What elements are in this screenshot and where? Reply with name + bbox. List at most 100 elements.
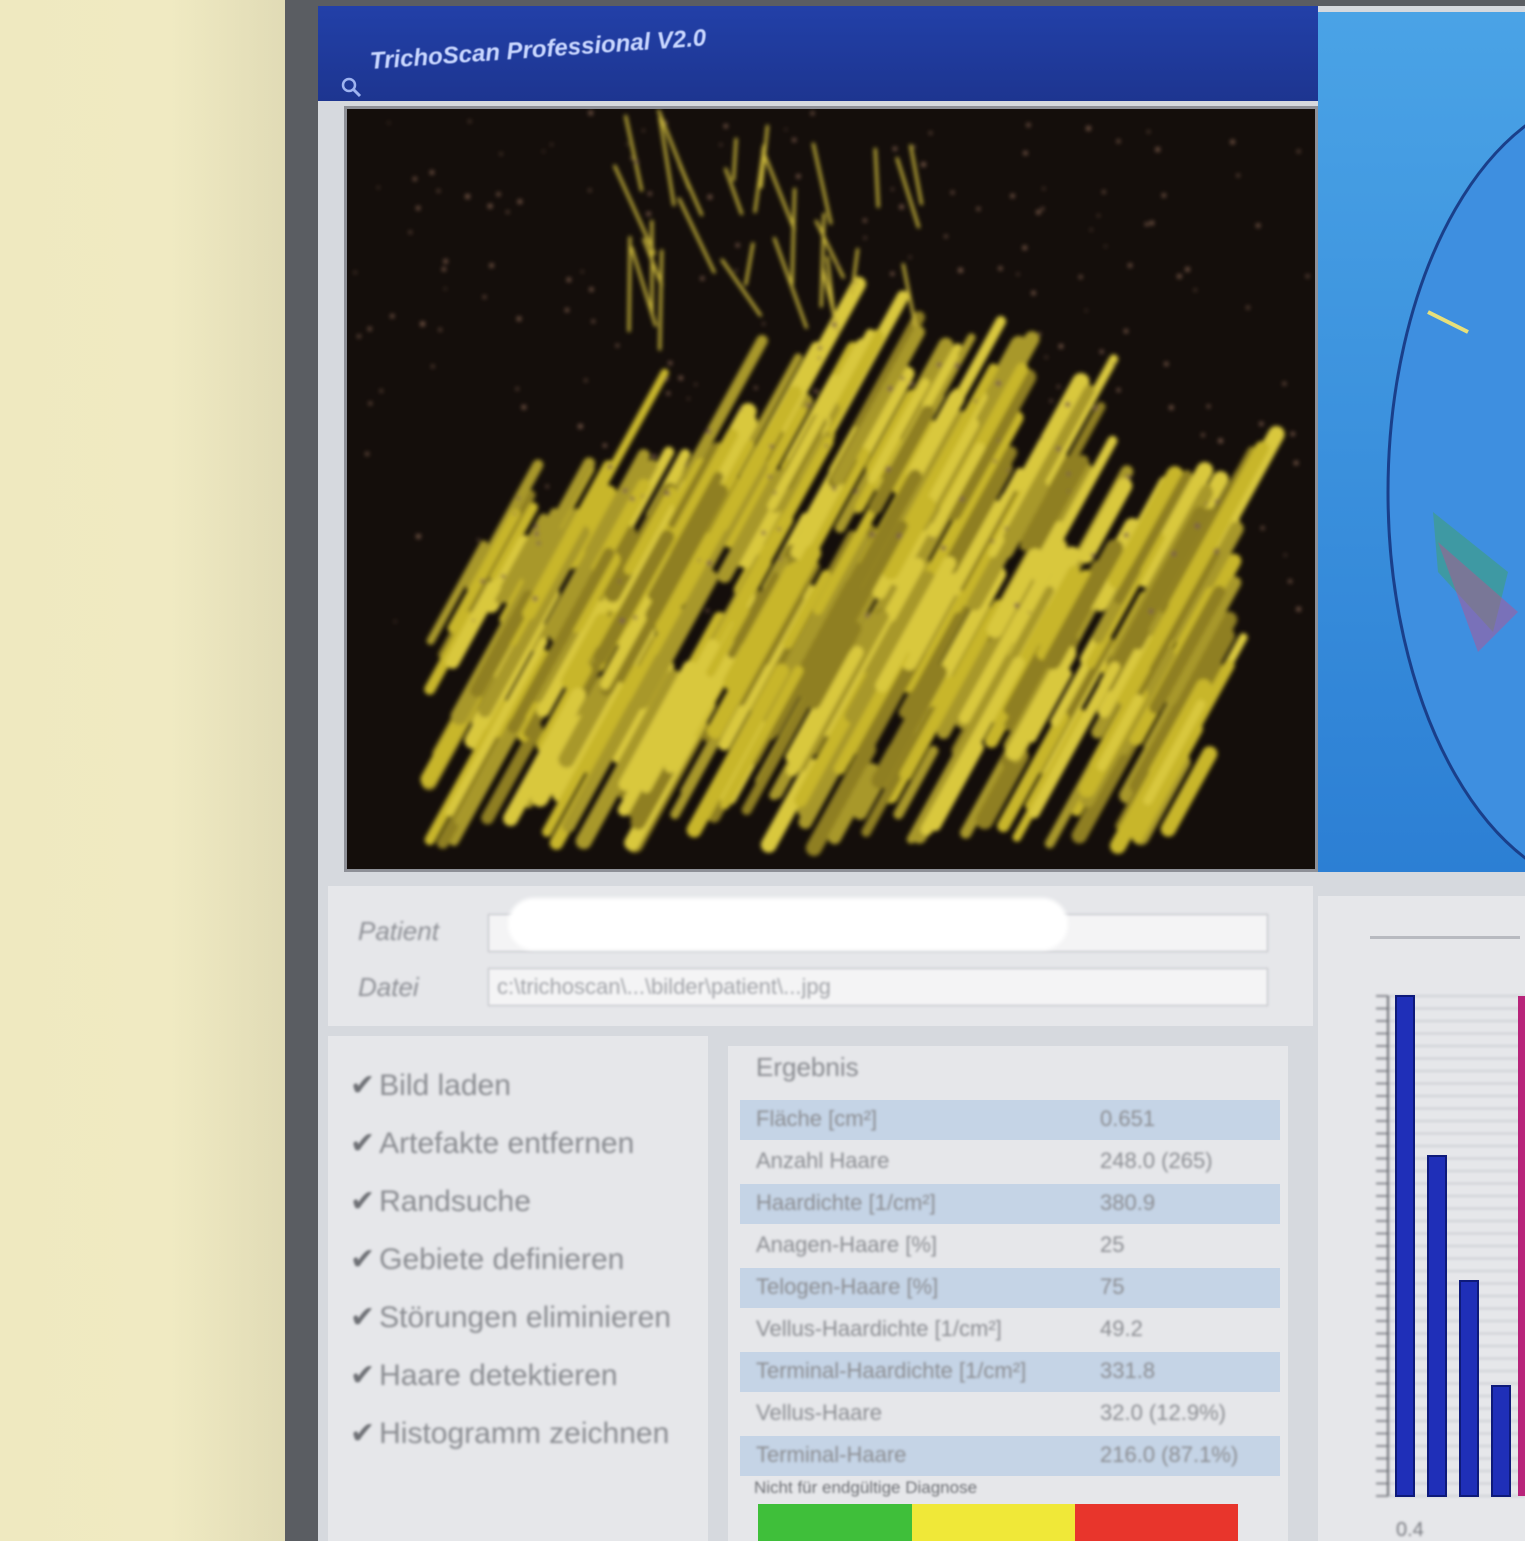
step-item[interactable]: ✔ Artefakte entfernen bbox=[350, 1126, 634, 1161]
image-noise-speck bbox=[584, 378, 588, 382]
image-noise-speck bbox=[1230, 139, 1235, 145]
image-noise-speck bbox=[784, 128, 787, 131]
step-label: Störungen eliminieren bbox=[379, 1301, 671, 1334]
step-item[interactable]: ✔ Störungen eliminieren bbox=[350, 1300, 671, 1335]
image-noise-speck bbox=[642, 129, 645, 132]
image-noise-speck bbox=[706, 560, 712, 566]
image-noise-speck bbox=[705, 609, 710, 613]
result-value: 49.2 bbox=[1100, 1316, 1143, 1341]
result-row: Anzahl Haare 248.0 (265) bbox=[740, 1142, 1280, 1182]
image-noise-speck bbox=[1126, 475, 1131, 480]
image-noise-speck bbox=[1246, 305, 1250, 310]
result-row: Vellus-Haare 32.0 (12.9%) bbox=[740, 1394, 1280, 1434]
file-label: Datei bbox=[358, 972, 419, 1002]
image-noise-speck bbox=[792, 137, 797, 143]
image-noise-speck bbox=[1149, 220, 1155, 226]
image-noise-speck bbox=[517, 199, 523, 205]
magnifier-icon bbox=[341, 77, 362, 98]
image-noise-speck bbox=[773, 491, 777, 495]
image-noise-speck bbox=[534, 531, 539, 536]
image-noise-speck bbox=[390, 314, 395, 319]
image-noise-speck bbox=[365, 451, 370, 456]
image-noise-speck bbox=[542, 150, 545, 153]
image-noise-speck bbox=[379, 389, 383, 393]
scalp-image-viewer[interactable] bbox=[344, 106, 1318, 872]
image-noise-speck bbox=[767, 474, 772, 479]
image-noise-speck bbox=[931, 537, 934, 540]
image-noise-speck bbox=[1161, 193, 1167, 198]
step-item[interactable]: ✔ Gebiete definieren bbox=[350, 1242, 624, 1277]
step-label: Gebiete definieren bbox=[379, 1243, 625, 1276]
result-key: Anagen-Haare [%] bbox=[756, 1232, 937, 1257]
image-noise-speck bbox=[566, 277, 572, 283]
image-noise-speck bbox=[887, 386, 893, 392]
image-noise-speck bbox=[810, 111, 815, 116]
image-noise-speck bbox=[1164, 361, 1169, 367]
image-noise-speck bbox=[1148, 609, 1154, 614]
image-noise-speck bbox=[974, 399, 978, 403]
result-value: 75 bbox=[1100, 1274, 1125, 1299]
image-noise-speck bbox=[1026, 122, 1031, 128]
secondary-view-pane bbox=[1318, 12, 1525, 872]
image-noise-speck bbox=[999, 521, 1002, 524]
step-item[interactable]: ✔ Histogramm zeichnen bbox=[350, 1416, 669, 1451]
title-bar: TrichoScan Professional V2.0 bbox=[318, 6, 1318, 101]
image-noise-speck bbox=[1044, 355, 1048, 359]
image-noise-speck bbox=[1293, 460, 1299, 466]
image-noise-speck bbox=[521, 404, 527, 410]
image-noise-speck bbox=[1042, 187, 1046, 190]
image-noise-speck bbox=[506, 210, 510, 214]
image-noise-speck bbox=[995, 380, 1002, 386]
image-noise-speck bbox=[1218, 438, 1223, 444]
image-noise-speck bbox=[990, 539, 995, 543]
image-noise-speck bbox=[957, 267, 964, 273]
image-noise-speck bbox=[489, 263, 494, 268]
image-noise-speck bbox=[441, 267, 447, 272]
histogram-chart: 0.4 bbox=[1376, 995, 1525, 1541]
result-row: Anagen-Haare [%] 25 bbox=[740, 1226, 1280, 1266]
step-item[interactable]: ✔ Bild laden bbox=[350, 1068, 511, 1103]
image-noise-speck bbox=[1305, 274, 1310, 278]
hair-mark bbox=[627, 236, 632, 333]
image-noise-speck bbox=[899, 204, 905, 210]
image-noise-speck bbox=[630, 496, 635, 501]
image-noise-speck bbox=[550, 143, 553, 146]
check-icon: ✔ bbox=[350, 1127, 376, 1160]
step-label: Randsuche bbox=[379, 1185, 531, 1218]
image-noise-speck bbox=[431, 364, 435, 368]
image-noise-speck bbox=[1155, 147, 1161, 152]
step-item[interactable]: ✔ Haare detektieren bbox=[350, 1358, 618, 1393]
image-noise-speck bbox=[1127, 263, 1133, 268]
image-noise-speck bbox=[719, 143, 723, 146]
image-noise-speck bbox=[836, 262, 840, 266]
image-noise-speck bbox=[641, 495, 644, 498]
image-noise-speck bbox=[444, 287, 447, 290]
image-noise-speck bbox=[589, 287, 594, 292]
step-label: Haare detektieren bbox=[379, 1359, 618, 1392]
image-noise-speck bbox=[1102, 190, 1106, 194]
image-noise-speck bbox=[1056, 446, 1061, 452]
image-noise-speck bbox=[1057, 385, 1060, 389]
image-noise-speck bbox=[1171, 551, 1177, 557]
image-noise-speck bbox=[854, 489, 858, 494]
image-noise-speck bbox=[1065, 401, 1071, 408]
file-path-field[interactable]: c:\trichoscan\...\bilder\patient\...jpg bbox=[488, 968, 1268, 1006]
result-key: Haardichte [1/cm²] bbox=[756, 1190, 936, 1215]
image-noise-speck bbox=[622, 488, 628, 493]
image-noise-speck bbox=[998, 266, 1003, 271]
step-label: Artefakte entfernen bbox=[379, 1127, 635, 1160]
image-noise-speck bbox=[1022, 245, 1028, 251]
patient-label: Patient bbox=[358, 916, 439, 946]
result-value: 216.0 (87.1%) bbox=[1100, 1442, 1239, 1467]
results-header: Ergebnis bbox=[756, 1052, 859, 1082]
image-noise-speck bbox=[1090, 553, 1096, 558]
image-noise-speck bbox=[1097, 214, 1100, 217]
image-noise-speck bbox=[436, 189, 441, 193]
image-noise-speck bbox=[1193, 288, 1197, 292]
image-noise-speck bbox=[357, 334, 361, 339]
step-item[interactable]: ✔ Randsuche bbox=[350, 1184, 531, 1219]
image-noise-speck bbox=[1214, 549, 1219, 554]
image-noise-speck bbox=[353, 271, 357, 274]
image-noise-speck bbox=[1282, 381, 1287, 386]
image-noise-speck bbox=[516, 316, 522, 322]
